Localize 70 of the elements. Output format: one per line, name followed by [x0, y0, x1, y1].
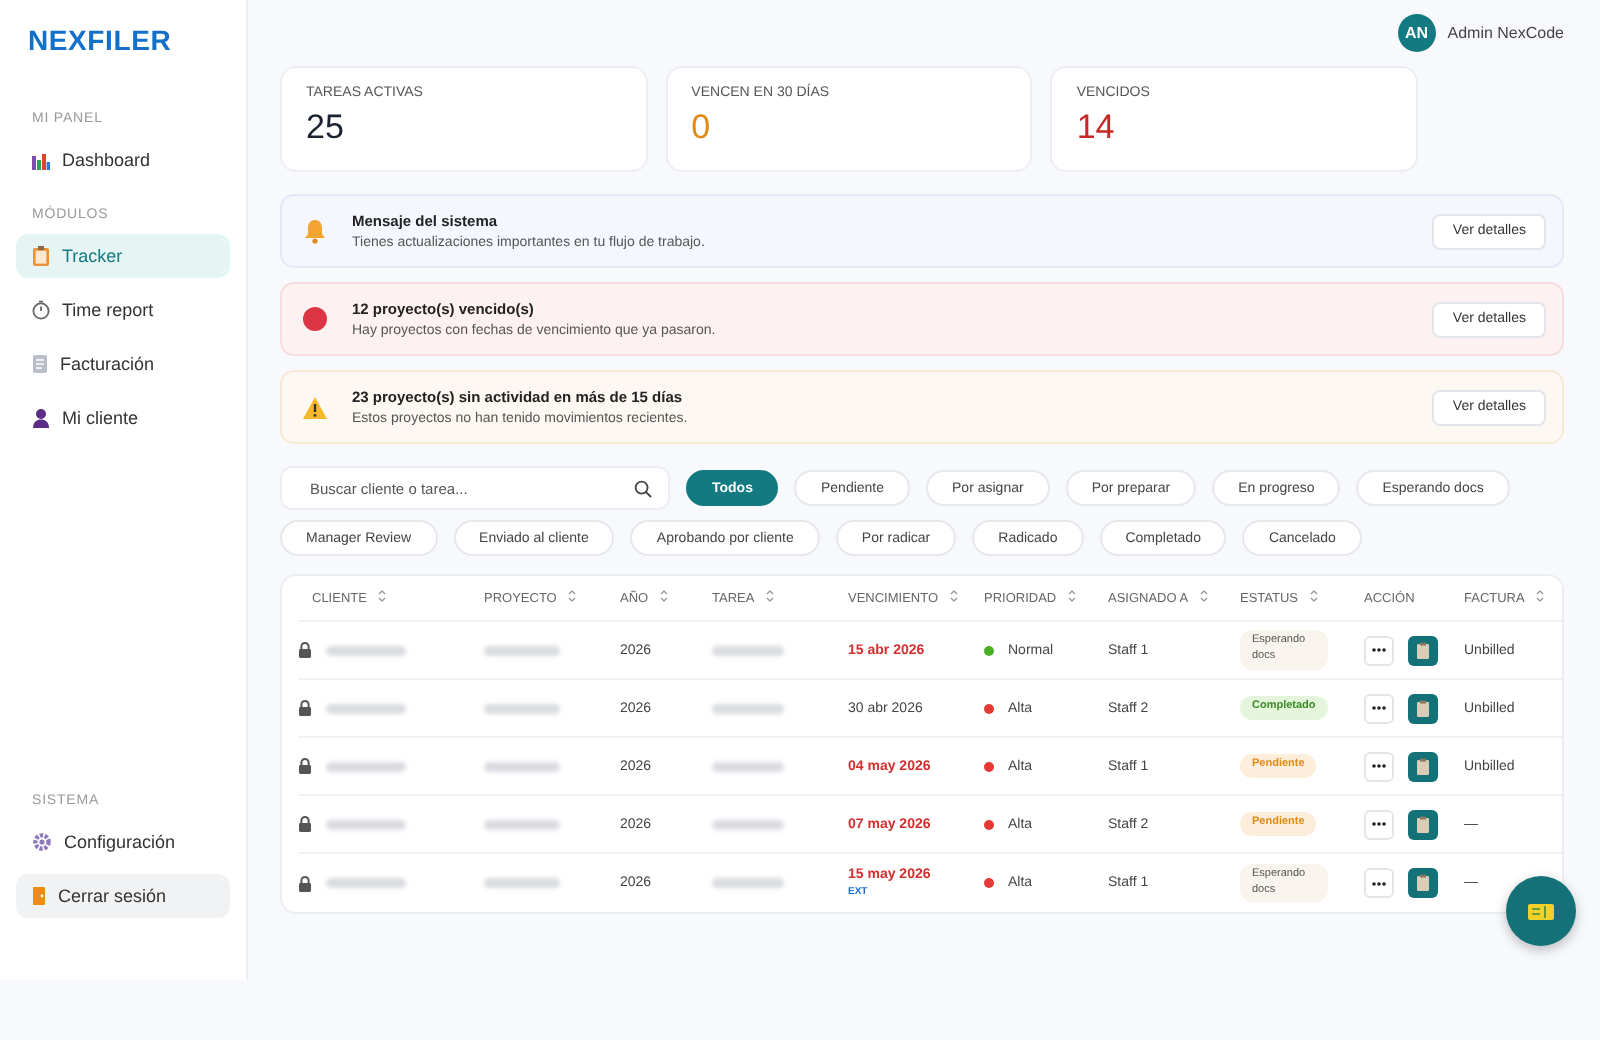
lock-icon [298, 700, 312, 716]
search-icon [634, 479, 652, 497]
blurred-text [326, 878, 406, 888]
sort-icon[interactable] [1310, 590, 1319, 602]
lock-icon [298, 875, 312, 891]
clipboard-icon [1416, 757, 1430, 775]
warning-icon [302, 395, 328, 419]
blurred-text [484, 878, 560, 888]
sort-icon[interactable] [1200, 590, 1209, 602]
floating-action-button[interactable] [1506, 876, 1576, 946]
sidebar-item[interactable]: Mi cliente [16, 396, 230, 440]
sort-icon[interactable] [950, 590, 959, 602]
blurred-text [326, 761, 406, 771]
stat-value: 14 [1076, 108, 1117, 148]
settings-icon [32, 832, 52, 852]
blurred-text [484, 703, 560, 713]
blurred-text [326, 645, 406, 655]
sort-icon[interactable] [660, 590, 669, 602]
clipboard-button[interactable] [1408, 868, 1438, 898]
document-icon [32, 354, 48, 374]
sort-icon[interactable] [1068, 590, 1077, 602]
blurred-text [484, 819, 560, 829]
user-name: Admin NexCode [1447, 23, 1564, 41]
clipboard-button[interactable] [1408, 809, 1438, 839]
blurred-text [326, 819, 406, 829]
clipboard-button[interactable] [1408, 751, 1438, 781]
clipboard-icon [1416, 874, 1430, 892]
brand-logo: NEXFILER [26, 24, 174, 56]
sort-icon[interactable] [1536, 590, 1545, 602]
clipboard-icon [1416, 815, 1430, 833]
sidebar-item[interactable]: Configuración [16, 820, 230, 864]
sort-icon[interactable] [766, 590, 775, 602]
clipboard-icon [1416, 641, 1430, 659]
stat-value: 0 [691, 108, 713, 148]
blurred-text [326, 703, 406, 713]
sidebar-item[interactable]: Facturación [16, 342, 230, 386]
more-button[interactable] [1364, 751, 1394, 781]
logout-button[interactable]: Cerrar sesión [16, 874, 230, 918]
blurred-text [712, 645, 784, 655]
bar-chart-icon [32, 151, 50, 169]
blurred-text [712, 878, 784, 888]
lock-icon [298, 642, 312, 658]
stat-value: 25 [306, 108, 346, 148]
lock-icon [298, 758, 312, 774]
blurred-text [712, 819, 784, 829]
alert-dot-icon [302, 306, 328, 332]
sort-icon[interactable] [378, 590, 387, 602]
more-button[interactable] [1364, 635, 1394, 665]
user-avatar[interactable]: AN [1397, 13, 1436, 51]
door-icon [32, 886, 46, 906]
blurred-text [484, 645, 560, 655]
blurred-text [712, 703, 784, 713]
sidebar-item[interactable]: Tracker [16, 234, 230, 278]
lock-icon [298, 816, 312, 832]
person-icon [32, 408, 50, 428]
clipboard-icon [1416, 699, 1430, 717]
sidebar-item[interactable]: Dashboard [16, 138, 230, 182]
stopwatch-icon [32, 300, 50, 320]
ticket-icon [1528, 903, 1554, 919]
blurred-text [712, 761, 784, 771]
blurred-text [484, 761, 560, 771]
sidebar-item[interactable]: Time report [16, 288, 230, 332]
clipboard-button[interactable] [1408, 635, 1438, 665]
more-button[interactable] [1364, 868, 1394, 898]
more-button[interactable] [1364, 809, 1394, 839]
sort-icon[interactable] [568, 590, 577, 602]
more-button[interactable] [1364, 693, 1394, 723]
clipboard-icon [32, 246, 50, 266]
clipboard-button[interactable] [1408, 693, 1438, 723]
bell-icon [302, 218, 328, 244]
